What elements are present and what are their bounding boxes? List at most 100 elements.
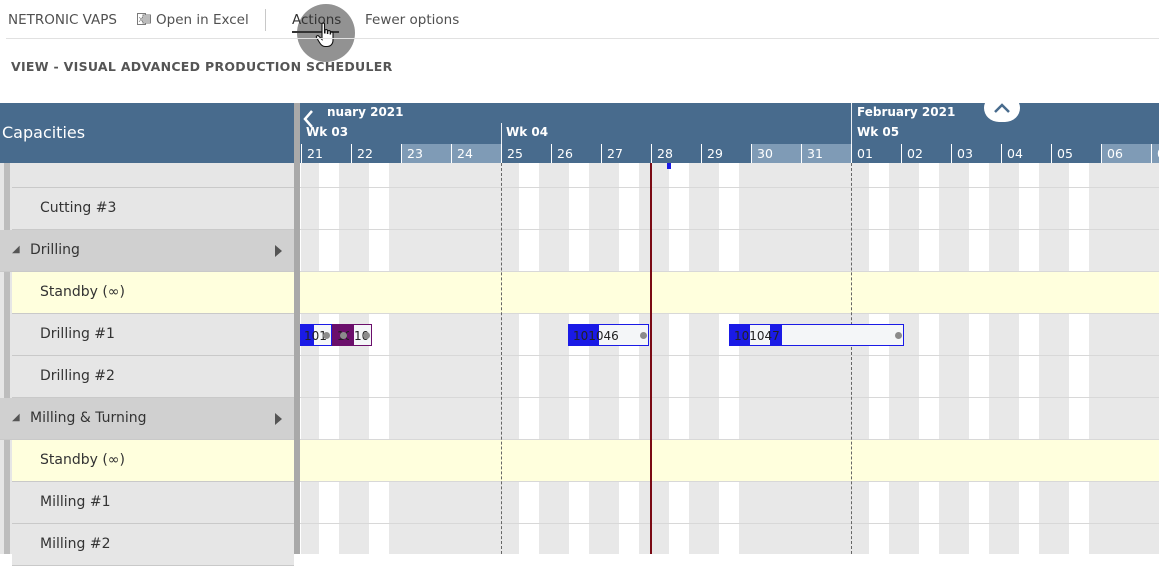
toolbar: NETRONIC VAPS X Open in Excel Actions Fe… [0,0,1159,62]
non-working-time [401,188,451,229]
non-working-time [751,356,801,397]
non-working-time [539,314,551,355]
non-working-time [551,230,569,271]
non-working-time [539,230,551,271]
non-working-time [601,230,619,271]
non-working-time [301,398,319,439]
week-boundary [851,163,852,554]
operation-bar[interactable]: 10 [349,324,372,346]
non-working-time [1001,230,1019,271]
gantt-grid[interactable]: 1011010101046101047 [300,163,1159,554]
open-in-excel-button[interactable]: X Open in Excel [137,12,249,28]
month-label: February 2021 [857,105,956,119]
non-working-time [739,230,751,271]
standby-row[interactable]: Standby (∞) [12,440,294,482]
collapse-triangle-icon[interactable]: ◢ [12,412,20,423]
week-label: Wk 05 [857,125,900,139]
capacity-row[interactable]: Drilling #1 [12,314,294,356]
day-header-cell: 28 [651,144,701,163]
collapse-header-button[interactable] [984,94,1020,122]
non-working-time [989,188,1001,229]
grid-row[interactable] [300,440,1159,482]
non-working-time [501,314,519,355]
collapse-triangle-icon[interactable]: ◢ [12,244,20,255]
day-header-cell: 27 [601,144,651,163]
day-header-cell: 01 [851,144,901,163]
non-working-time [989,314,1001,355]
non-working-time [951,524,969,554]
capacity-row[interactable]: Milling #1 [12,482,294,524]
non-working-time [689,230,701,271]
non-working-time [889,398,901,439]
operation-label: 101047 [734,329,780,343]
non-working-time [1089,356,1101,397]
grid-row[interactable] [300,272,1159,314]
non-working-time [401,398,451,439]
standby-row[interactable]: Standby (∞) [12,272,294,314]
non-working-time [851,398,869,439]
non-working-time [801,482,851,523]
non-working-time [451,314,501,355]
non-working-time [739,524,751,554]
non-working-time [501,188,519,229]
non-working-time [1101,163,1151,187]
non-working-time [739,398,751,439]
fewer-options-button[interactable]: Fewer options [365,12,459,28]
capacity-row[interactable] [12,163,294,188]
non-working-time [351,356,369,397]
non-working-time [1089,398,1101,439]
capacity-group-row[interactable]: ◢ Drilling [0,230,294,272]
scroll-left-icon[interactable] [302,108,316,130]
link-handle[interactable] [340,332,347,339]
link-handle[interactable] [323,332,331,339]
non-working-time [701,188,719,229]
day-header-cell: 21 [301,144,351,163]
non-working-time [739,188,751,229]
non-working-time [1089,482,1101,523]
non-working-time [889,482,901,523]
toolbar-divider [6,38,1159,39]
page-title: VIEW - VISUAL ADVANCED PRODUCTION SCHEDU… [11,59,393,74]
non-working-time [501,163,519,187]
row-label: Drilling #1 [40,326,115,342]
non-working-time [939,314,951,355]
capacity-group-row[interactable]: ◢ Milling & Turning [0,398,294,440]
week-label: Wk 04 [506,125,549,139]
non-working-time [1151,314,1159,355]
operation-bar[interactable]: 101047 [729,324,904,346]
non-working-time [801,524,851,554]
day-header-cell: 31 [801,144,851,163]
non-working-time [1051,163,1069,187]
expand-arrow-icon[interactable] [275,413,282,425]
operation-bar[interactable]: 101 [300,324,333,346]
operation-bar[interactable]: 101046 [568,324,649,346]
link-handle[interactable] [363,332,370,339]
link-handle[interactable] [895,332,902,339]
non-working-time [539,524,551,554]
day-header-cell: 26 [551,144,601,163]
non-working-time [951,230,969,271]
non-working-time [589,188,601,229]
non-working-time [301,230,319,271]
non-working-time [301,163,319,187]
expand-arrow-icon[interactable] [275,245,282,257]
capacity-row[interactable]: Drilling #2 [12,356,294,398]
non-working-time [551,163,569,187]
scroll-track[interactable] [0,163,12,554]
excel-icon: X [137,13,151,25]
non-working-time [589,398,601,439]
non-working-time [951,163,969,187]
non-working-time [1089,188,1101,229]
non-working-time [501,230,519,271]
non-working-time [1001,524,1019,554]
capacity-row[interactable]: Milling #2 [12,524,294,566]
non-working-time [1089,230,1101,271]
non-working-time [351,524,369,554]
operation-bar[interactable]: 10 [332,324,352,346]
non-working-time [451,163,501,187]
non-working-time [1101,524,1151,554]
non-working-time [651,230,669,271]
non-working-time [951,188,969,229]
link-handle[interactable] [640,332,647,339]
capacity-row[interactable]: Cutting #3 [12,188,294,230]
